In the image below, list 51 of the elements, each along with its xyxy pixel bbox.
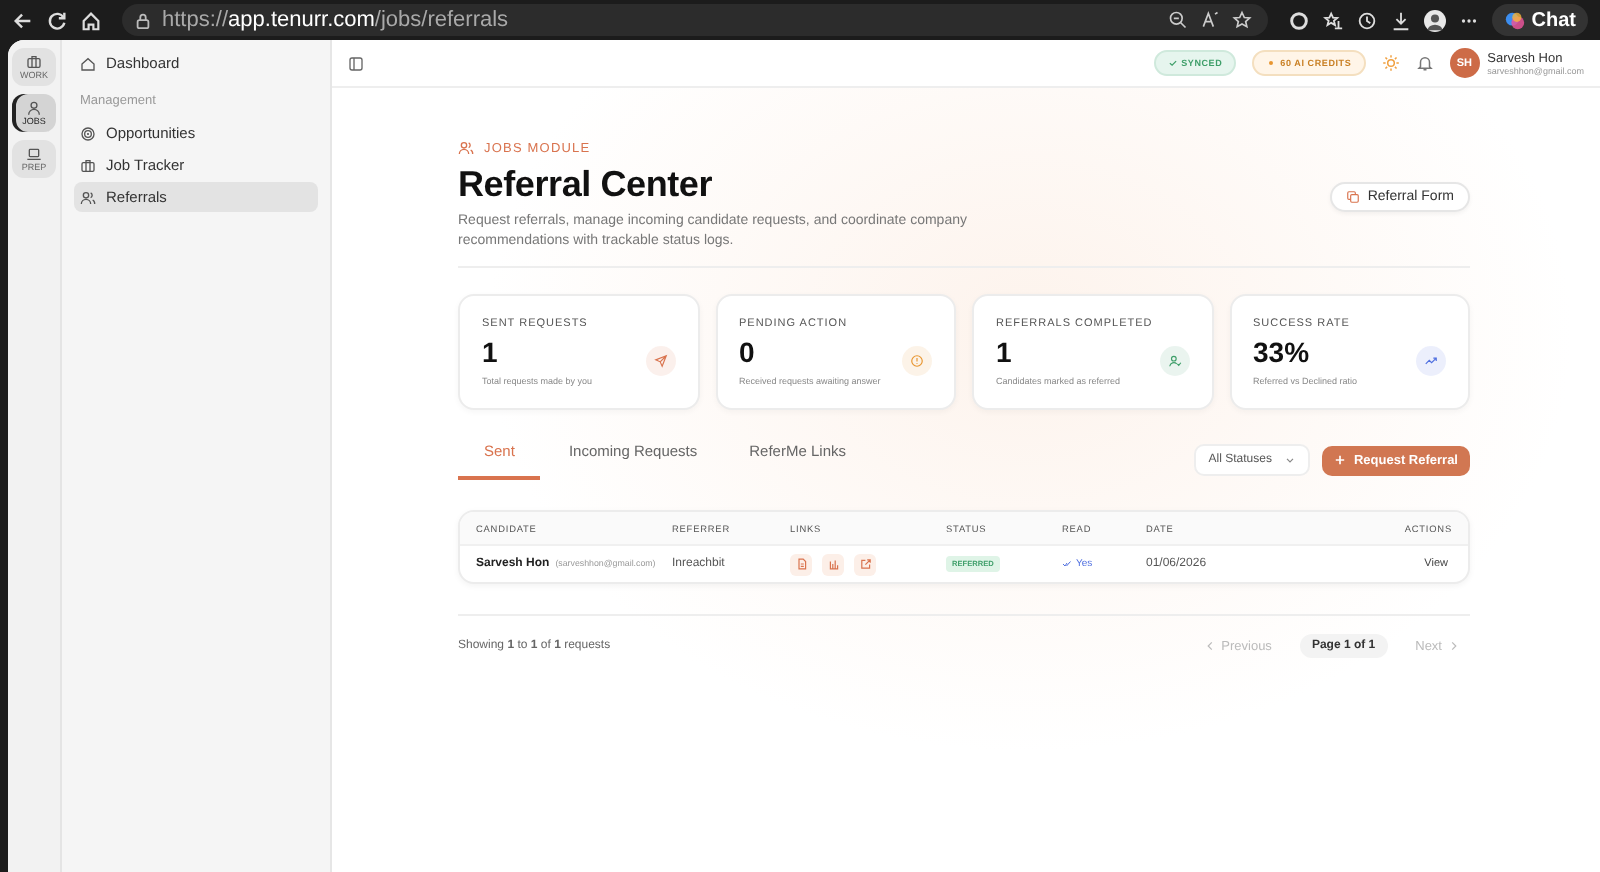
reload-icon[interactable] [46, 9, 68, 31]
target-icon [80, 125, 96, 141]
extension-icon[interactable] [1287, 9, 1310, 31]
copilot-icon [1503, 9, 1526, 31]
alert-icon [910, 353, 924, 367]
lock-icon [134, 11, 152, 29]
url-text: https:// [162, 8, 229, 32]
stat-value: 1 [996, 336, 1014, 368]
plus-icon [1333, 454, 1346, 466]
trend-up-icon [1424, 353, 1438, 367]
user-check-icon [1167, 353, 1181, 367]
external-link-icon [859, 558, 871, 570]
history-icon[interactable] [1355, 9, 1378, 31]
briefcase-icon [26, 54, 42, 70]
star-icon[interactable] [1231, 10, 1252, 30]
read-aloud-icon[interactable] [1199, 10, 1220, 30]
external-link[interactable] [854, 553, 876, 575]
url-text: /jobs/referrals [374, 8, 509, 32]
zoom-out-icon[interactable] [1167, 10, 1188, 30]
users-icon [458, 140, 474, 156]
person-icon [26, 100, 42, 116]
stat-value: 1 [482, 336, 500, 368]
profile-avatar-icon[interactable] [1423, 9, 1446, 31]
chevron-down-icon [1283, 454, 1296, 466]
bar-chart-icon [827, 558, 839, 570]
page-title: Referral Center [458, 164, 715, 206]
chevron-left-icon [1205, 640, 1214, 652]
briefcase-icon [80, 157, 96, 173]
send-icon [653, 353, 667, 367]
sidebar-toggle-icon[interactable] [348, 55, 364, 71]
home-icon[interactable] [80, 9, 102, 31]
bell-icon[interactable] [1415, 54, 1434, 72]
chat-button[interactable]: Chat [1491, 4, 1588, 36]
url-text: app.tenurr.com [228, 8, 375, 32]
chevron-right-icon [1450, 640, 1458, 652]
check-icon [1167, 58, 1178, 68]
laptop-icon [26, 146, 42, 162]
chart-link[interactable] [822, 553, 844, 575]
dot-icon [1266, 58, 1277, 68]
check-icon [1062, 560, 1072, 568]
download-icon[interactable] [1389, 9, 1412, 31]
home-icon [80, 55, 96, 71]
stat-value: 0 [739, 336, 757, 368]
back-icon[interactable] [12, 9, 34, 31]
address-bar[interactable]: https://app.tenurr.com/jobs/referrals [122, 4, 1268, 36]
copy-icon [1345, 190, 1360, 204]
favorites-icon[interactable] [1321, 9, 1344, 31]
document-icon [795, 558, 807, 570]
stat-value: 33% [1253, 336, 1312, 368]
document-link[interactable] [790, 553, 812, 575]
users-icon [80, 189, 96, 205]
